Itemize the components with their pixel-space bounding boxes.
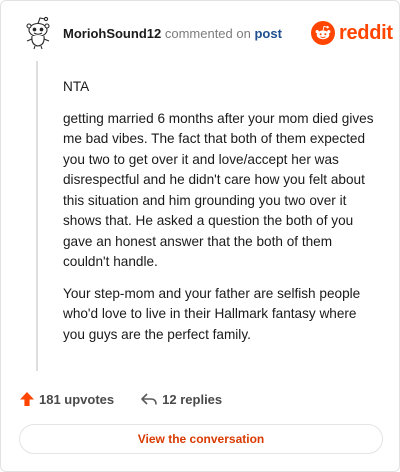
view-conversation-button[interactable]: View the conversation	[19, 424, 383, 454]
post-link[interactable]: post	[254, 26, 281, 41]
snoo-avatar-icon	[26, 16, 50, 50]
reddit-wordmark: reddit	[339, 21, 393, 44]
upvotes-count[interactable]: 181 upvotes	[19, 391, 114, 407]
comment-author[interactable]: MoriohSound12	[63, 26, 161, 41]
replies-label: 12 replies	[162, 391, 223, 407]
comment-footer: 181 upvotes 12 replies	[19, 391, 248, 407]
upvote-arrow-icon	[20, 392, 34, 406]
reddit-alien-icon	[311, 21, 335, 45]
comment-paragraph: NTA	[63, 79, 90, 94]
comment-header: MoriohSound12 commented on post	[63, 26, 282, 42]
reddit-logo[interactable]: reddit	[311, 21, 393, 45]
comment-paragraph: getting married 6 months after your mom …	[63, 110, 374, 270]
thread-line	[36, 61, 38, 371]
comment-body: NTA getting married 6 months after your …	[63, 77, 381, 356]
user-avatar[interactable]	[21, 15, 55, 51]
comment-paragraph: Your step-mom and your father are selfis…	[63, 285, 361, 342]
upvotes-label: 181 upvotes	[39, 391, 115, 407]
replies-count[interactable]: 12 replies	[140, 391, 222, 407]
comment-embed-card: MoriohSound12 commented on post reddit N…	[0, 0, 400, 472]
reply-arrow-icon	[141, 393, 157, 405]
commented-on-text: commented on	[164, 26, 251, 41]
